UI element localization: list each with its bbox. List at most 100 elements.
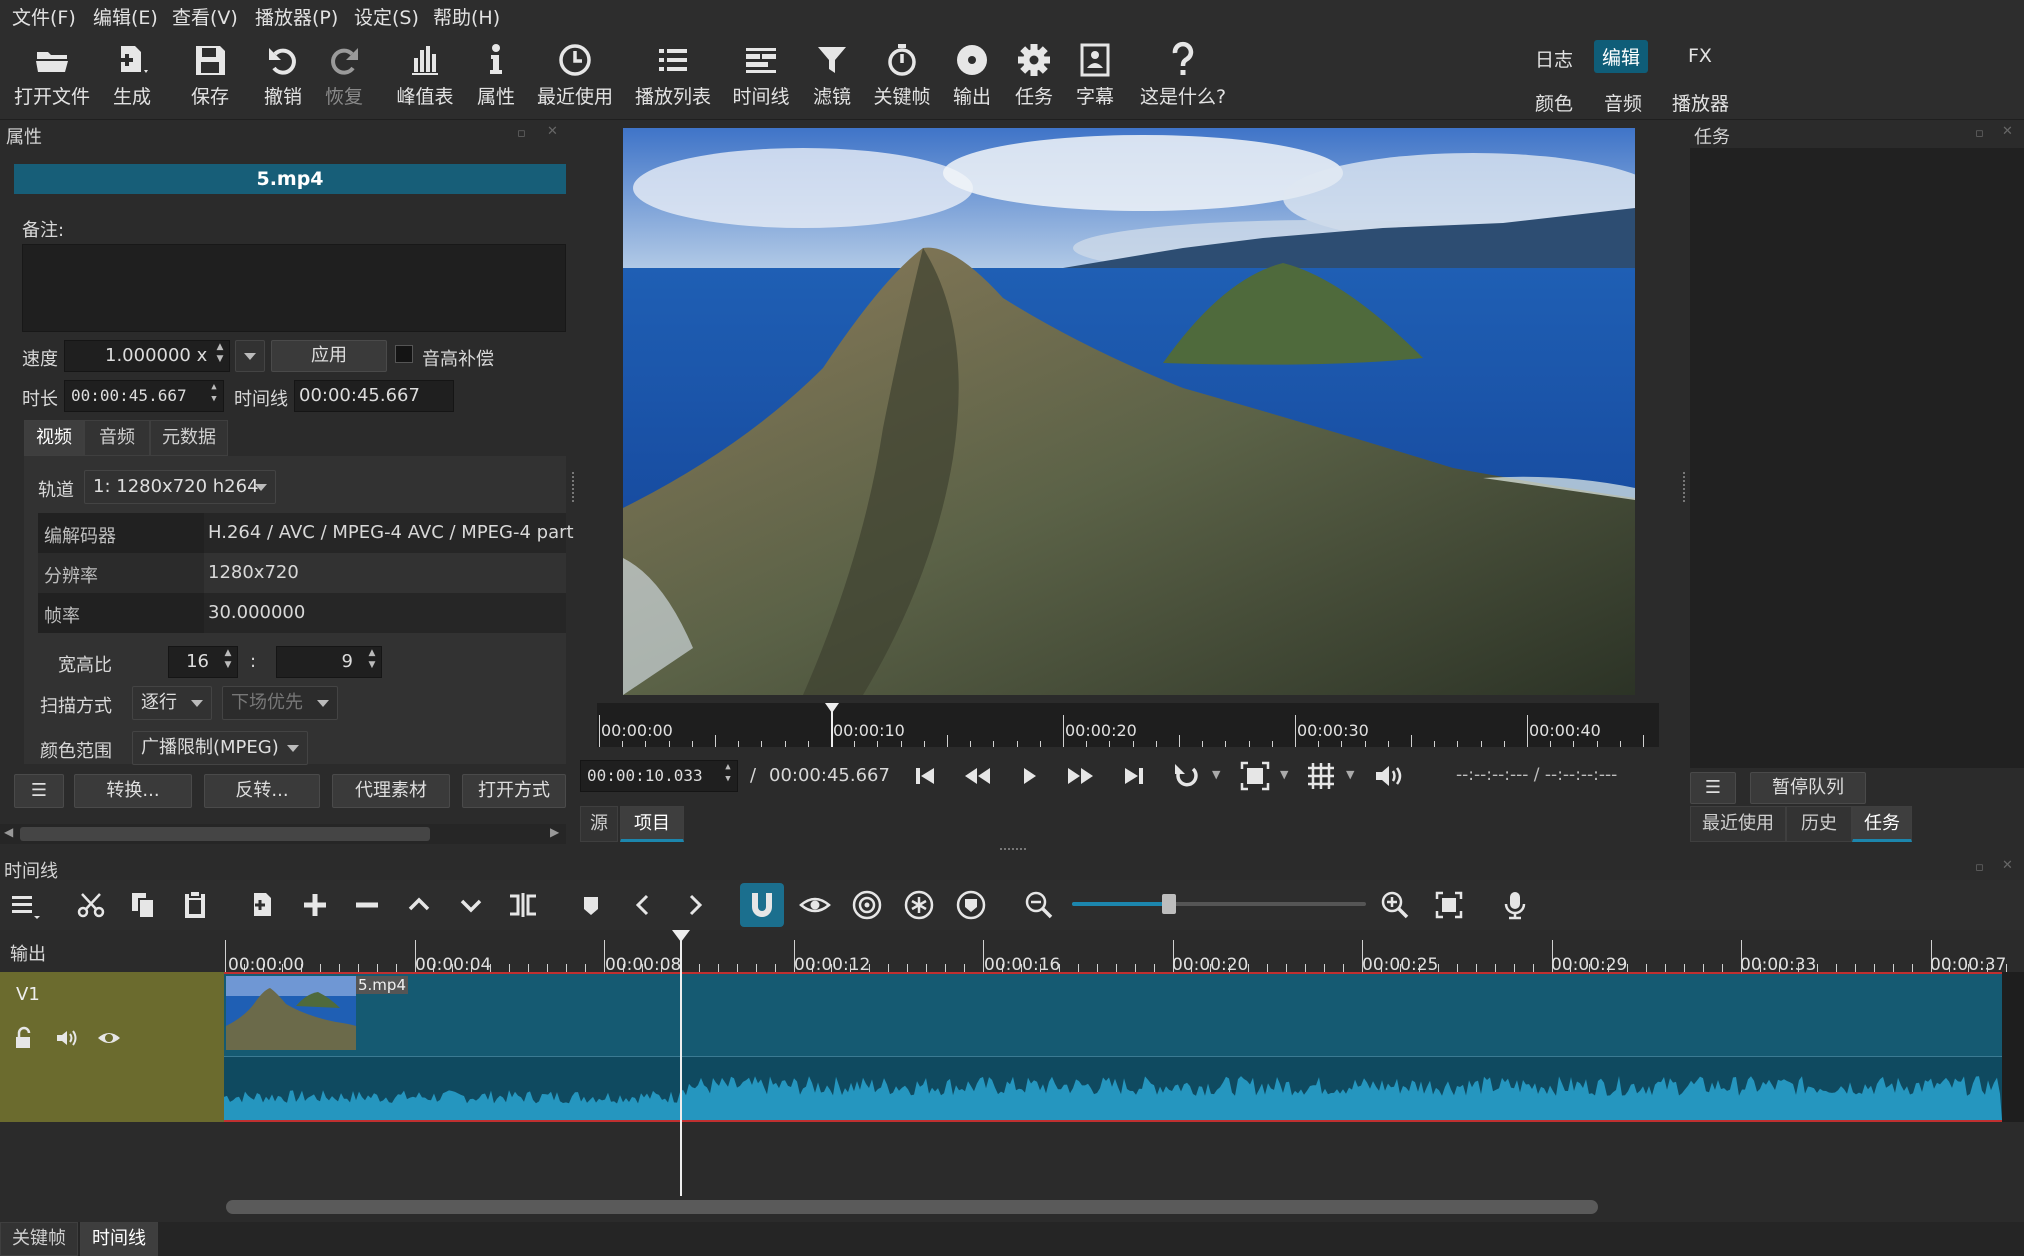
tab-timeline[interactable]: 时间线 [80,1222,158,1256]
marker-icon[interactable] [574,888,608,922]
add-icon[interactable] [298,888,332,922]
split-icon[interactable] [506,888,540,922]
convert-button[interactable]: 转换... [74,774,192,808]
v1-track-header[interactable]: V1 [0,972,224,1122]
loop-icon[interactable] [1170,759,1204,793]
jobs-dock-float-icon[interactable]: ▫ [1975,126,1984,141]
tab-recent[interactable]: 最近使用 [1690,806,1786,842]
remove-icon[interactable] [350,888,384,922]
tab-metadata[interactable]: 元数据 [150,420,228,456]
current-time-spin-icon[interactable]: ▲ ▼ [719,761,737,791]
lock-icon[interactable] [12,1026,36,1050]
whats-this-button[interactable]: 这是什么? [1138,40,1228,116]
play-icon[interactable] [1012,759,1046,793]
tab-video[interactable]: 视频 [24,420,84,456]
mute-speaker-icon[interactable] [54,1026,80,1050]
ripple-icon[interactable] [850,888,884,922]
zoom-out-icon[interactable] [1022,888,1056,922]
properties-button[interactable]: 属性 [451,40,541,116]
jobs-dock-close-icon[interactable]: ✕ [2002,124,2013,139]
zoom-slider-handle[interactable] [1162,894,1177,914]
aspect-height-spinbox[interactable]: 9 ▲ ▼ [276,646,382,678]
right-splitter-handle[interactable] [1683,472,1687,502]
jobs-list[interactable] [1690,148,2024,768]
workspace-color[interactable]: 颜色 [1527,86,1581,119]
zoom-menu-chevron-icon[interactable]: ▼ [1280,768,1288,781]
tab-project[interactable]: 项目 [620,806,684,842]
zoom-timeline-fit-icon[interactable] [1432,888,1466,922]
properties-menu-button[interactable]: ☰ [14,774,64,808]
cut-icon[interactable] [74,888,108,922]
menu-view[interactable]: 查看(V) [172,3,238,30]
volume-icon[interactable] [1372,759,1406,793]
ripple-all-tracks-icon[interactable] [902,888,936,922]
fast-forward-icon[interactable] [1064,759,1098,793]
tab-audio[interactable]: 音频 [84,420,150,456]
overwrite-icon[interactable] [454,888,488,922]
left-splitter-handle[interactable] [572,472,576,502]
timeline-horizontal-scrollbar[interactable] [224,1196,2024,1218]
timeline-scroll-thumb[interactable] [226,1200,1598,1214]
skip-next-icon[interactable] [1117,759,1151,793]
scroll-right-icon[interactable]: ▶ [550,825,559,839]
ripple-markers-icon[interactable] [954,888,988,922]
timeline-menu-icon[interactable] [8,888,42,922]
current-time-spinbox[interactable]: 00:00:10.033 ▲ ▼ [580,760,738,792]
properties-dock-close-icon[interactable]: ✕ [547,124,558,139]
playlist-button[interactable]: 播放列表 [628,40,718,116]
workspace-fx[interactable]: FX [1680,42,1720,70]
open-with-button[interactable]: 打开方式 [462,774,566,808]
tab-source[interactable]: 源 [580,806,618,842]
track-dropdown[interactable]: 1: 1280x720 h264 [84,470,276,504]
subtitles-button[interactable]: 字幕 [1050,40,1140,116]
proxy-button[interactable]: 代理素材 [332,774,450,808]
workspace-editing[interactable]: 编辑 [1594,40,1649,73]
tab-keyframes[interactable]: 关键帧 [0,1222,78,1256]
apply-speed-button[interactable]: 应用 [271,340,387,372]
duration-spin-arrows-icon[interactable]: ▲ ▼ [205,381,223,411]
zoom-slider[interactable] [1072,894,1366,914]
scan-mode-dropdown[interactable]: 逐行 [132,686,212,720]
menu-file[interactable]: 文件(F) [12,3,76,30]
properties-dock-float-icon[interactable]: ▫ [517,126,526,141]
redo-button[interactable]: 恢复 [299,40,389,116]
append-icon[interactable] [246,888,280,922]
skip-previous-icon[interactable] [908,759,942,793]
record-audio-microphone-icon[interactable] [1498,888,1532,922]
open-file-button[interactable]: 打开文件 [7,40,97,116]
zoom-fit-icon[interactable] [1238,759,1272,793]
bottom-splitter-handle[interactable] [1000,848,1026,852]
next-marker-icon[interactable] [678,888,712,922]
menu-help[interactable]: 帮助(H) [433,3,500,30]
pause-queue-button[interactable]: 暂停队列 [1750,772,1866,804]
video-preview[interactable] [623,128,1635,695]
color-range-dropdown[interactable]: 广播限制(MPEG) [132,731,308,765]
recent-button[interactable]: 最近使用 [530,40,620,116]
workspace-player[interactable]: 播放器 [1664,86,1737,119]
snap-toggle-button[interactable] [740,883,784,927]
jobs-menu-button[interactable]: ☰ [1690,772,1736,804]
aspect-width-spinbox[interactable]: 16 ▲ ▼ [168,646,238,678]
notes-textarea[interactable] [22,244,566,332]
properties-scroll-thumb[interactable] [20,827,430,841]
copy-icon[interactable] [126,888,160,922]
field-order-dropdown[interactable]: 下场优先 [222,686,338,720]
workspace-logging[interactable]: 日志 [1527,42,1581,75]
grid-icon[interactable] [1304,759,1338,793]
visibility-eye-icon[interactable] [96,1026,122,1050]
speed-preset-dropdown[interactable] [235,340,265,372]
paste-icon[interactable] [178,888,212,922]
aspect-width-spin-icon[interactable]: ▲ ▼ [219,647,237,677]
timeline-clip[interactable]: 5.mp4 [224,972,2002,1122]
rewind-icon[interactable] [960,759,994,793]
reverse-button[interactable]: 反转... [204,774,320,808]
timeline-dock-float-icon[interactable]: ▫ [1975,860,1984,875]
speed-spinbox[interactable]: 1.000000 x ▲ ▼ [64,340,230,372]
grid-menu-chevron-icon[interactable]: ▼ [1346,768,1354,781]
properties-horizontal-scrollbar[interactable]: ◀ ▶ [0,824,566,844]
pitch-compensation-checkbox[interactable] [395,345,413,363]
duration-spinbox[interactable]: 00:00:45.667 ▲ ▼ [64,380,224,412]
menu-settings[interactable]: 设定(S) [354,3,419,30]
menu-player[interactable]: 播放器(P) [255,3,338,30]
timeline-dock-close-icon[interactable]: ✕ [2002,858,2013,873]
